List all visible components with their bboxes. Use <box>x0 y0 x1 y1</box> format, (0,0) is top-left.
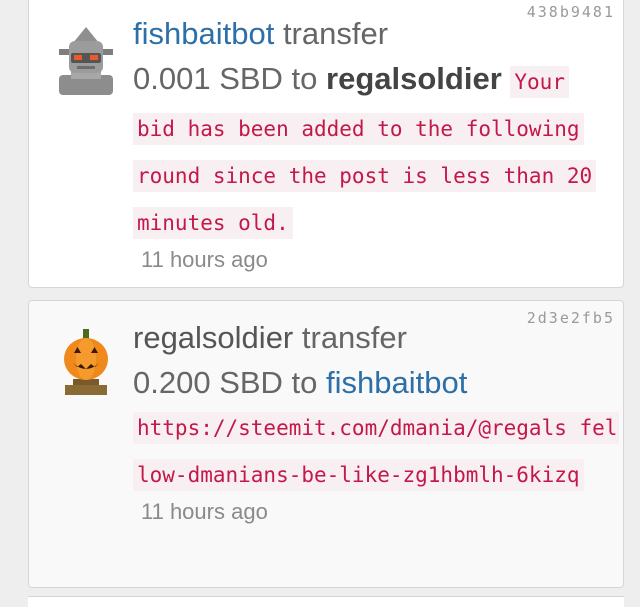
memo-block: bid has been added to the following roun… <box>133 106 613 247</box>
transfer-amount: 0.001 SBD to <box>133 61 327 96</box>
memo-text: https://steemit.com/dmania/@regals fello… <box>133 412 619 491</box>
from-user-link[interactable]: regalsoldier <box>133 320 293 355</box>
transfer-header: fishbaitbot transfer <box>133 15 619 53</box>
to-user-link[interactable]: fishbaitbot <box>326 365 467 400</box>
transfer-time: 11 hours ago <box>141 499 268 524</box>
transfer-card: 438b9481 fishbaitbot transfer 0.001 SBD … <box>28 0 624 288</box>
transfer-amount-line: 0.001 SBD to regalsoldier Your <box>133 57 619 106</box>
transfer-body: regalsoldier transfer 0.200 SBD to fishb… <box>133 319 619 525</box>
to-user-link[interactable]: regalsoldier <box>326 61 502 96</box>
transfer-time: 11 hours ago <box>141 247 268 272</box>
transfer-action: transfer <box>293 320 407 355</box>
memo-text-continued: bid has been added to the following roun… <box>133 113 597 239</box>
from-user-link[interactable]: fishbaitbot <box>133 16 274 51</box>
transfer-amount-line: 0.200 SBD to fishbaitbot <box>133 361 619 405</box>
transfer-body: fishbaitbot transfer 0.001 SBD to regals… <box>133 15 619 273</box>
transfer-header: regalsoldier transfer <box>133 319 619 357</box>
pumpkin-avatar-icon[interactable] <box>51 325 121 395</box>
memo-text: Your <box>510 66 569 98</box>
transfer-amount: 0.200 SBD to <box>133 365 327 400</box>
next-card-edge <box>28 596 624 607</box>
robot-avatar-icon[interactable] <box>51 25 121 95</box>
memo-block: https://steemit.com/dmania/@regals fello… <box>133 405 619 499</box>
transfer-action: transfer <box>274 16 389 51</box>
transfer-card: 2d3e2fb5 regalsoldier transfer 0.200 SBD… <box>28 300 624 588</box>
